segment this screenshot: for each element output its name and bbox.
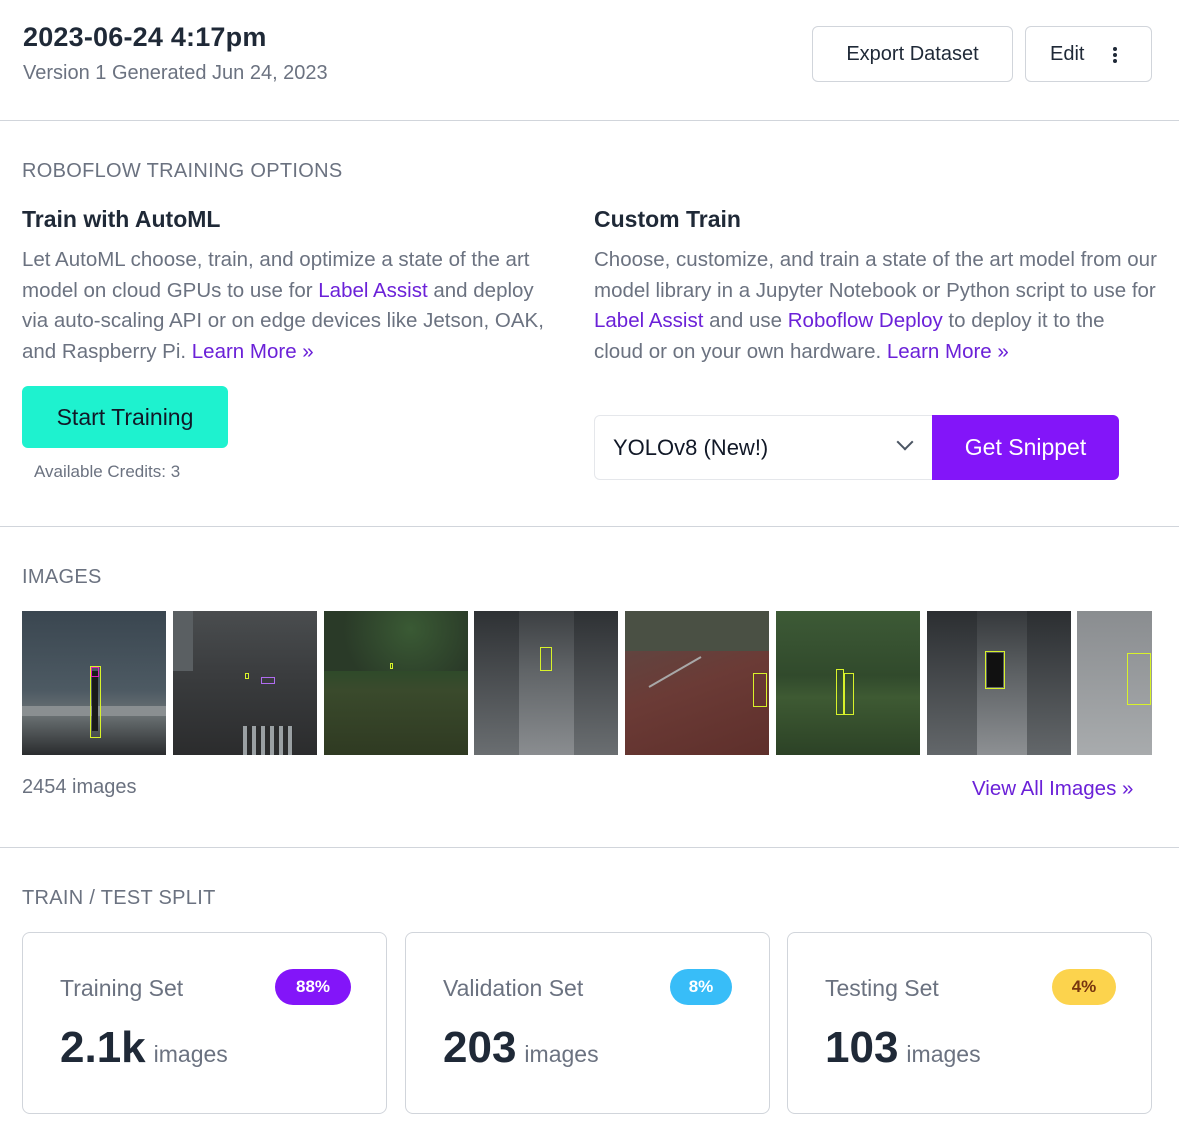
image-thumbnails [22, 611, 1152, 755]
custom-learn-more-link[interactable]: Learn More » [887, 340, 1009, 363]
percent-badge: 4% [1052, 969, 1116, 1005]
edit-button[interactable]: Edit [1025, 26, 1152, 82]
custom-text-1: Choose, customize, and train a state of … [594, 248, 1157, 302]
image-thumbnail[interactable] [1077, 611, 1152, 755]
card-label: Validation Set [443, 975, 584, 1001]
automl-title: Train with AutoML [22, 206, 221, 232]
image-thumbnail[interactable] [324, 611, 468, 755]
image-thumbnail[interactable] [625, 611, 769, 755]
automl-description: Let AutoML choose, train, and optimize a… [22, 245, 562, 367]
version-subtitle: Version 1 Generated Jun 24, 2023 [23, 62, 328, 84]
image-thumbnail[interactable] [173, 611, 317, 755]
automl-learn-more-link[interactable]: Learn More » [192, 340, 314, 363]
card-label: Training Set [60, 975, 184, 1001]
card-value: 203 images [443, 1023, 599, 1073]
image-thumbnail[interactable] [927, 611, 1071, 755]
roboflow-deploy-link[interactable]: Roboflow Deploy [788, 309, 943, 332]
card-number: 103 [825, 1023, 899, 1072]
card-label: Testing Set [825, 975, 939, 1001]
version-header: 2023-06-24 4:17pm Version 1 Generated Ju… [0, 0, 1179, 121]
image-thumbnail[interactable] [474, 611, 618, 755]
export-dataset-button[interactable]: Export Dataset [812, 26, 1013, 82]
available-credits: Available Credits: 3 [34, 462, 181, 481]
images-label: IMAGES [22, 566, 102, 588]
model-select-value: YOLOv8 (New!) [613, 434, 769, 460]
edit-button-label: Edit [1050, 42, 1085, 65]
card-number: 203 [443, 1023, 517, 1072]
view-all-images-link[interactable]: View All Images » [972, 777, 1133, 801]
training-set-card: Training Set 88% 2.1k images [22, 932, 387, 1114]
get-snippet-button[interactable]: Get Snippet [932, 415, 1119, 480]
custom-train-description: Choose, customize, and train a state of … [594, 245, 1159, 367]
start-training-button[interactable]: Start Training [22, 386, 228, 448]
split-label: TRAIN / TEST SPLIT [22, 887, 216, 909]
divider [0, 526, 1179, 527]
percent-badge: 88% [275, 969, 351, 1005]
card-unit: images [153, 1041, 228, 1067]
model-select[interactable]: YOLOv8 (New!) [594, 415, 934, 480]
label-assist-link[interactable]: Label Assist [318, 279, 427, 302]
card-value: 103 images [825, 1023, 981, 1073]
image-thumbnail[interactable] [776, 611, 920, 755]
training-options-label: ROBOFLOW TRAINING OPTIONS [22, 160, 343, 182]
image-thumbnail[interactable] [22, 611, 166, 755]
card-value: 2.1k images [60, 1023, 228, 1073]
image-count: 2454 images [22, 776, 137, 798]
more-vertical-icon [1113, 47, 1117, 63]
testing-set-card: Testing Set 4% 103 images [787, 932, 1152, 1114]
divider [0, 847, 1179, 848]
validation-set-card: Validation Set 8% 203 images [405, 932, 770, 1114]
version-title: 2023-06-24 4:17pm [23, 22, 267, 52]
custom-train-title: Custom Train [594, 206, 741, 232]
card-unit: images [524, 1041, 599, 1067]
custom-text-2: and use [703, 309, 788, 332]
card-number: 2.1k [60, 1023, 146, 1072]
percent-badge: 8% [670, 969, 732, 1005]
label-assist-link-2[interactable]: Label Assist [594, 309, 703, 332]
chevron-down-icon [896, 433, 914, 451]
card-unit: images [906, 1041, 981, 1067]
